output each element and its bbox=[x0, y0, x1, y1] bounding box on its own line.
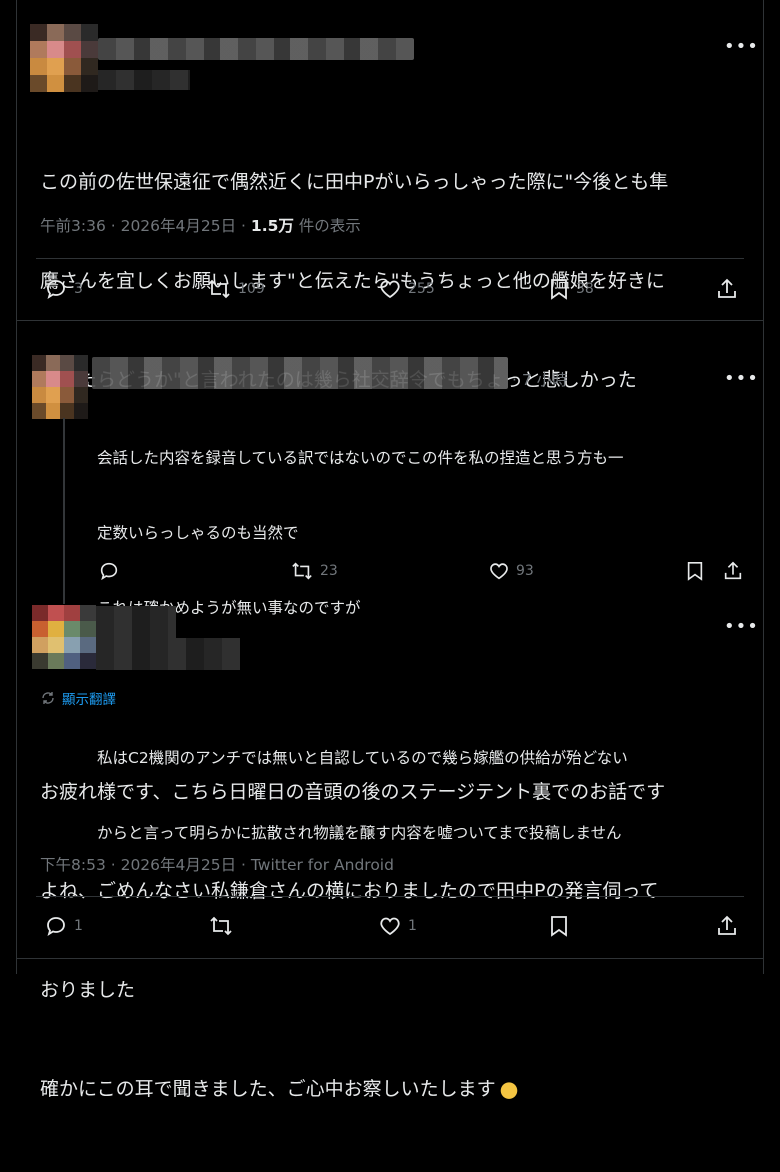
divider bbox=[16, 320, 764, 321]
user-handle[interactable] bbox=[96, 638, 240, 670]
retweet-button[interactable]: 109 bbox=[206, 277, 265, 301]
display-name[interactable] bbox=[92, 357, 508, 389]
reply-count: 1 bbox=[74, 918, 83, 934]
tweet-line-text: 確かにこの耳で聞きました、ご心中お察しいたします bbox=[40, 1078, 496, 1100]
reply-icon bbox=[47, 280, 65, 300]
like-icon bbox=[380, 280, 400, 299]
bookmark-button[interactable] bbox=[685, 560, 705, 582]
retweet-button[interactable]: 23 bbox=[290, 560, 338, 582]
tweet-line: お疲れ様です、こちら日曜日の音頭の後のステージテント裏でのお話です bbox=[40, 781, 666, 803]
like-count: 255 bbox=[408, 281, 435, 297]
user-handle[interactable] bbox=[98, 70, 190, 90]
retweet-count: 23 bbox=[320, 563, 338, 579]
tweet-meta: 下午8:53 · 2026年4月25日 · Twitter for Androi… bbox=[40, 853, 394, 875]
share-button[interactable] bbox=[715, 277, 739, 301]
retweet-count: 109 bbox=[238, 281, 265, 297]
tweet-line: 会話した内容を録音している訳ではないのでこの件を私の捏造と思う方も一 bbox=[97, 449, 624, 467]
reply-age[interactable]: · 7 小時 bbox=[512, 368, 568, 390]
retweet-icon bbox=[292, 562, 312, 580]
more-icon[interactable]: ••• bbox=[724, 38, 759, 56]
thread-line bbox=[63, 418, 65, 604]
display-name[interactable] bbox=[96, 606, 176, 638]
avatar[interactable] bbox=[32, 355, 88, 419]
tweet-line: 確かにこの耳で聞きました、ご心中お察しいたします bbox=[40, 1073, 665, 1106]
emoji-icon bbox=[497, 1077, 520, 1099]
like-count: 93 bbox=[516, 563, 534, 579]
like-button[interactable]: 93 bbox=[488, 560, 534, 582]
like-count: 1 bbox=[408, 918, 417, 934]
bookmark-icon bbox=[687, 562, 703, 581]
like-icon bbox=[380, 917, 400, 936]
display-name[interactable] bbox=[98, 38, 414, 60]
bookmark-button[interactable] bbox=[548, 914, 570, 938]
more-icon[interactable]: ••• bbox=[724, 370, 759, 388]
like-button[interactable]: 1 bbox=[378, 914, 417, 938]
divider bbox=[16, 958, 764, 959]
tweet-line: これは確かめようが無い事なのですが bbox=[97, 599, 361, 617]
retweet-button[interactable] bbox=[208, 914, 234, 938]
translate-icon bbox=[42, 692, 54, 704]
like-icon bbox=[490, 563, 508, 580]
reply-button[interactable]: 3 bbox=[44, 277, 83, 301]
more-icon[interactable]: ••• bbox=[724, 618, 759, 636]
column-border-left bbox=[16, 0, 17, 974]
view-label: 件の表示 bbox=[293, 217, 361, 235]
share-button[interactable] bbox=[715, 914, 739, 938]
share-icon bbox=[724, 561, 742, 580]
divider bbox=[36, 258, 744, 259]
timeline: ••• この前の佐世保遠征で偶然近くに田中Pがいらっしゃった際に"今後とも隼 鷹… bbox=[0, 0, 780, 1100]
bookmark-button[interactable]: 38 bbox=[548, 277, 594, 301]
tweet-line: この前の佐世保遠征で偶然近くに田中Pがいらっしゃった際に"今後とも隼 bbox=[40, 171, 669, 193]
tweet-line: よね、ごめんなさい私鎌倉さんの横におりましたので田中Pの発言伺って bbox=[40, 880, 659, 902]
tweet-meta: 午前3:36 · 2026年4月25日 · 1.5万 件の表示 bbox=[40, 214, 361, 236]
avatar[interactable] bbox=[30, 24, 98, 92]
tweet-line: おりました bbox=[40, 979, 136, 1001]
tweet-timestamp[interactable]: 午前3:36 · 2026年4月25日 · bbox=[40, 217, 251, 235]
retweet-icon bbox=[210, 916, 232, 936]
reply-icon bbox=[47, 917, 65, 937]
column-border-right bbox=[763, 0, 764, 974]
bookmark-icon bbox=[551, 916, 567, 937]
reply-button[interactable]: 1 bbox=[44, 914, 83, 938]
bookmark-icon bbox=[551, 279, 567, 300]
divider bbox=[36, 896, 744, 897]
retweet-icon bbox=[208, 279, 230, 299]
share-icon bbox=[718, 915, 736, 935]
reply-button[interactable] bbox=[98, 560, 120, 582]
like-button[interactable]: 255 bbox=[378, 277, 435, 301]
bookmark-count: 38 bbox=[576, 281, 594, 297]
translate-link[interactable]: 顯示翻譯 bbox=[40, 688, 116, 708]
tweet-timestamp[interactable]: 下午8:53 · 2026年4月25日 · Twitter for Androi… bbox=[40, 856, 394, 874]
view-count: 1.5万 bbox=[250, 217, 294, 235]
reply-count: 3 bbox=[74, 281, 83, 297]
share-button[interactable] bbox=[722, 560, 744, 582]
translate-label: 顯示翻譯 bbox=[62, 692, 116, 708]
tweet-line: 定数いらっしゃるのも当然で bbox=[97, 524, 299, 542]
tweet-text: お疲れ様です、こちら日曜日の音頭の後のステージテント裏でのお話です よね、ごめん… bbox=[40, 710, 665, 1172]
reply-icon bbox=[100, 562, 118, 581]
avatar[interactable] bbox=[32, 605, 96, 669]
share-icon bbox=[718, 278, 736, 298]
